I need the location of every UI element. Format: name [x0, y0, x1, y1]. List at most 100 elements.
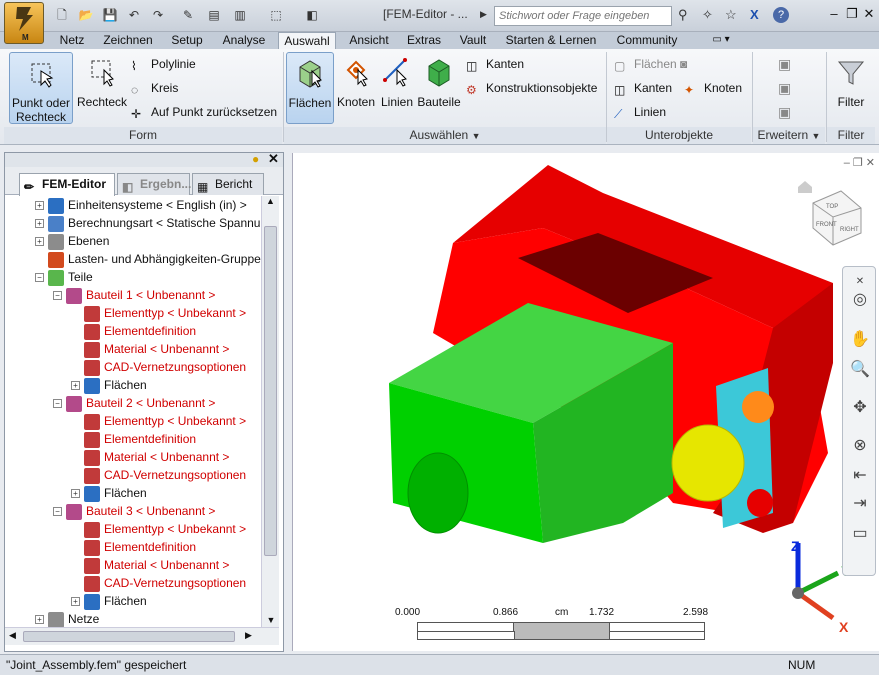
tab-report[interactable]: ▦ Bericht: [192, 173, 264, 195]
filter-button[interactable]: Filter: [831, 56, 871, 109]
tab-ansicht[interactable]: Ansicht: [343, 32, 395, 49]
restore-icon[interactable]: ❐: [844, 6, 860, 22]
tab-setup[interactable]: Setup: [167, 32, 207, 49]
scroll-right-icon[interactable]: ▶: [245, 630, 252, 641]
viewport-controls-icon[interactable]: ‒ ❐ ✕: [844, 156, 875, 169]
expand-toggle-icon[interactable]: +: [71, 489, 80, 499]
tab-extras[interactable]: Extras: [403, 32, 445, 49]
tree-node[interactable]: CAD-Vernetzungsoptionen: [71, 358, 246, 376]
tree-node[interactable]: Elementtyp < Unbekannt >: [71, 520, 246, 538]
orbit-icon[interactable]: ✥: [849, 397, 871, 419]
help-icon[interactable]: ?: [773, 7, 789, 23]
hscroll-thumb[interactable]: [23, 631, 235, 642]
tree-node[interactable]: + Einheitensysteme < English (in) >: [35, 196, 247, 214]
circle-button[interactable]: ◌ Kreis: [131, 79, 178, 97]
expand-toggle-icon[interactable]: +: [35, 201, 44, 211]
tree-node[interactable]: Elementdefinition: [71, 430, 196, 448]
tree-node[interactable]: + Ebenen: [35, 232, 109, 250]
polyline-button[interactable]: ⌇ Polylinie: [131, 55, 196, 73]
redo-icon[interactable]: ↷: [150, 7, 166, 23]
scroll-thumb[interactable]: [264, 226, 277, 556]
select-faces-button[interactable]: Flächen: [286, 52, 334, 124]
minimize-icon[interactable]: ‒: [826, 6, 842, 22]
tree-node[interactable]: + Flächen: [71, 376, 147, 394]
edit-icon[interactable]: ✎: [180, 7, 196, 23]
model-viewport[interactable]: TOP FRONT RIGHT Z Y X ‒ ❐ ✕: [292, 153, 879, 651]
select-parts-button[interactable]: Bauteile: [416, 52, 462, 109]
tree-node[interactable]: + Netze: [35, 610, 99, 627]
group-extend-label[interactable]: Erweitern ▼: [753, 127, 825, 144]
binoculars-icon[interactable]: ⚲: [678, 7, 688, 23]
star-icon[interactable]: ☆: [725, 7, 737, 23]
pin-icon[interactable]: ●: [252, 152, 259, 166]
tree-node[interactable]: + Berechnungsart < Statische Spannung: [35, 214, 261, 232]
previous-view-icon[interactable]: ⇤: [849, 465, 871, 487]
tree-node[interactable]: Material < Unbenannt >: [71, 340, 229, 358]
play-icon[interactable]: ▶: [480, 9, 487, 20]
application-menu-button[interactable]: M: [4, 2, 44, 44]
tree-node[interactable]: − Bauteil 3 < Unbenannt >: [53, 502, 215, 520]
search-input[interactable]: [494, 6, 672, 26]
select-construction-button[interactable]: ⚙ Konstruktionsobjekte: [466, 79, 597, 97]
tab-results[interactable]: ◧ Ergebn...: [117, 173, 191, 195]
tree-node[interactable]: Material < Unbenannt >: [71, 556, 229, 574]
tree-node[interactable]: − Bauteil 2 < Unbenannt >: [53, 394, 215, 412]
scroll-left-icon[interactable]: ◀: [9, 630, 16, 641]
tab-vault[interactable]: Vault: [453, 32, 493, 49]
select-nodes-button[interactable]: Knoten: [335, 52, 377, 109]
ribbon-minimize-icon[interactable]: ▭ ▾: [708, 32, 734, 49]
sub-lines-button[interactable]: ⟋ Linien: [614, 103, 666, 121]
tree-node[interactable]: Elementdefinition: [71, 538, 196, 556]
scroll-down-icon[interactable]: ▼: [262, 615, 280, 625]
tree-node[interactable]: CAD-Vernetzungsoptionen: [71, 574, 246, 592]
expand-toggle-icon[interactable]: −: [53, 291, 62, 301]
scroll-up-icon[interactable]: ▲: [262, 196, 279, 210]
reset-to-point-button[interactable]: ✛ Auf Punkt zurücksetzen: [131, 103, 277, 121]
tab-starten-lernen[interactable]: Starten & Lernen: [501, 32, 601, 49]
tree-node[interactable]: + Flächen: [71, 484, 147, 502]
expand-toggle-icon[interactable]: −: [53, 507, 62, 517]
close-icon[interactable]: ✕: [861, 6, 877, 22]
tree-node[interactable]: Lasten- und Abhängigkeiten-Gruppe: [35, 250, 261, 268]
tab-analyse[interactable]: Analyse: [216, 32, 272, 49]
expand-toggle-icon[interactable]: +: [35, 615, 44, 625]
view-icon[interactable]: ◧: [304, 7, 320, 23]
tree-node[interactable]: Elementdefinition: [71, 322, 196, 340]
expand-toggle-icon[interactable]: +: [35, 219, 44, 229]
save-icon[interactable]: 💾: [102, 7, 118, 23]
tree-node[interactable]: + Flächen: [71, 592, 147, 610]
tree-node[interactable]: Elementtyp < Unbekannt >: [71, 304, 246, 322]
look-at-icon[interactable]: ⊗: [849, 435, 871, 457]
tab-community[interactable]: Community: [609, 32, 685, 49]
tree-node[interactable]: − Bauteil 1 < Unbenannt >: [53, 286, 215, 304]
exchange-icon[interactable]: X: [750, 7, 759, 22]
sub-nodes-button[interactable]: ✦ Knoten: [684, 79, 742, 97]
expand-toggle-icon[interactable]: −: [53, 399, 62, 409]
group-select-label[interactable]: Auswählen ▼: [284, 127, 606, 144]
rectangle-button[interactable]: Rechteck: [76, 52, 128, 124]
steering-wheel-icon[interactable]: ◎: [849, 289, 871, 311]
tab-auswahl[interactable]: Auswahl: [278, 32, 336, 49]
tree-node[interactable]: CAD-Vernetzungsoptionen: [71, 466, 246, 484]
pan-hand-icon[interactable]: ✋: [849, 329, 871, 351]
expand-toggle-icon[interactable]: −: [35, 273, 44, 283]
next-view-icon[interactable]: ⇥: [849, 493, 871, 515]
sub-edges-button[interactable]: ◫ Kanten: [614, 79, 672, 97]
zoom-icon[interactable]: 🔍: [849, 359, 871, 381]
panel-close-icon[interactable]: ✕: [268, 151, 279, 167]
expand-toggle-icon[interactable]: +: [71, 597, 80, 607]
layers-icon[interactable]: ▥: [232, 7, 248, 23]
undo-icon[interactable]: ↶: [126, 7, 142, 23]
select-rect-icon[interactable]: ⬚: [268, 7, 284, 23]
select-lines-button[interactable]: Linien: [378, 52, 416, 109]
select-edges-button[interactable]: ◫ Kanten: [466, 55, 524, 73]
key-icon[interactable]: ✧: [702, 7, 713, 23]
expand-toggle-icon[interactable]: +: [35, 237, 44, 247]
point-or-rect-button[interactable]: Punkt oder Rechteck: [9, 52, 73, 124]
tab-zeichnen[interactable]: Zeichnen: [98, 32, 158, 49]
tab-fem-editor[interactable]: ✏ FEM-Editor: [19, 173, 115, 196]
tree-node[interactable]: Material < Unbenannt >: [71, 448, 229, 466]
new-icon[interactable]: 🗋: [54, 7, 70, 23]
tree-vertical-scrollbar[interactable]: ▲ ▼: [261, 196, 279, 627]
tree-horizontal-scrollbar[interactable]: ◀ ▶: [5, 627, 279, 645]
